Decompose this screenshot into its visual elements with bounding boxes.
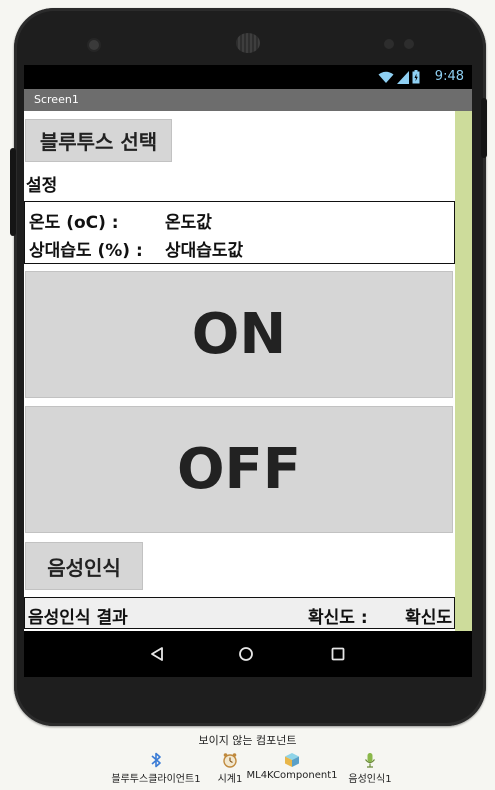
voice-result-row: 음성인식 결과 확신도 : 확신도 (24, 597, 455, 629)
screen-content: 블루투스 선택 설정 온도 (oC) : 온도값 상대습도 (%) : 상대습도… (24, 111, 455, 631)
temperature-label: 온도 (oC) : (29, 213, 119, 233)
temperature-value: 온도값 (165, 213, 212, 233)
voice-result-label: 음성인식 결과 (28, 608, 128, 628)
light-sensor (404, 39, 414, 49)
sensor-readings-box: 온도 (oC) : 온도값 상대습도 (%) : 상대습도값 (24, 201, 455, 264)
microphone-icon (365, 753, 375, 768)
bluetooth-select-button[interactable]: 블루투스 선택 (25, 119, 172, 162)
on-button[interactable]: ON (25, 271, 453, 398)
humidity-label: 상대습도 (%) : (29, 241, 143, 261)
status-icons (378, 69, 420, 85)
nonvisible-components-list: 블루투스클라이언트1 시계1 ML4KComponent1 음성인식1 (96, 752, 416, 788)
clock-icon (223, 753, 237, 768)
back-icon[interactable] (149, 646, 165, 662)
off-button[interactable]: OFF (25, 406, 453, 533)
navigation-bar (24, 631, 472, 677)
earpiece-speaker (236, 33, 260, 53)
power-button (481, 98, 487, 158)
component-bluetooth-client[interactable]: 블루투스클라이언트1 (96, 752, 216, 785)
component-label: 시계1 (217, 774, 243, 785)
humidity-value: 상대습도값 (165, 241, 244, 261)
settings-label: 설정 (26, 176, 58, 196)
component-speech-recognizer[interactable]: 음성인식1 (340, 752, 400, 785)
component-ml4k[interactable]: ML4KComponent1 (244, 752, 340, 781)
wifi-icon (378, 71, 394, 83)
cube-icon (285, 753, 299, 767)
screen-title: Screen1 (24, 89, 472, 111)
home-icon[interactable] (238, 646, 254, 662)
voice-recognition-button[interactable]: 음성인식 (25, 542, 143, 590)
confidence-value: 확신도 (405, 608, 452, 628)
phone-screen: 9:48 Screen1 블루투스 선택 설정 온도 (oC) : 온도값 상대… (24, 65, 472, 677)
component-label: 블루투스클라이언트1 (111, 774, 201, 785)
volume-button (10, 148, 16, 236)
component-label: ML4KComponent1 (246, 770, 338, 781)
component-label: 음성인식1 (348, 774, 392, 785)
proximity-sensor (384, 39, 394, 49)
status-time: 9:48 (434, 69, 464, 84)
status-bar: 9:48 (24, 65, 472, 89)
battery-icon (412, 70, 420, 84)
confidence-label: 확신도 : (308, 608, 368, 628)
cell-signal-icon (397, 70, 409, 84)
phone-top-bezel (14, 8, 486, 68)
nonvisible-components-title: 보이지 않는 컴포넌트 (198, 734, 297, 747)
scroll-rail[interactable] (455, 111, 472, 631)
bluetooth-icon (151, 752, 161, 768)
front-camera (89, 40, 99, 50)
recent-apps-icon[interactable] (330, 646, 346, 662)
